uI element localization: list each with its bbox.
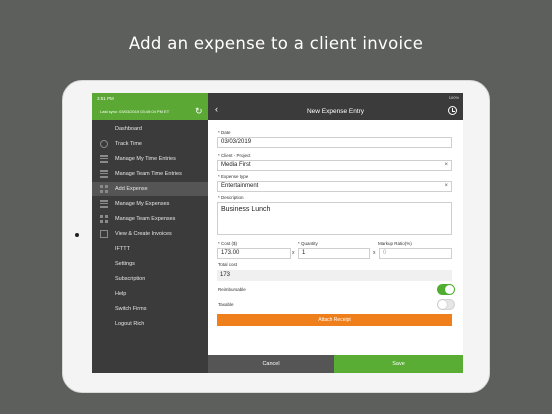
quantity-field[interactable]: 1 bbox=[298, 248, 370, 259]
sidebar-item-label: View & Create Invoices bbox=[115, 231, 172, 237]
sidebar: 3:51 PM Last sync: 03/03/2019 03:49:04 P… bbox=[92, 93, 208, 373]
total-cost-value: 173 bbox=[220, 272, 231, 278]
marketing-headline: Add an expense to a client invoice bbox=[128, 34, 424, 53]
sidebar-item-label: Manage Team Expenses bbox=[115, 216, 176, 222]
sidebar-item-help[interactable]: Help bbox=[92, 287, 208, 301]
taxable-toggle[interactable] bbox=[437, 299, 455, 310]
taxable-label: Taxable bbox=[218, 302, 234, 307]
sidebar-item-label: Logout Rich bbox=[115, 321, 145, 327]
action-bar: Cancel Save bbox=[208, 355, 463, 373]
description-field[interactable]: Business Lunch bbox=[217, 202, 452, 235]
last-sync-text: Last sync: 03/03/2019 03:49:04 PM ET bbox=[100, 109, 170, 114]
sidebar-item-manage-team-expenses[interactable]: Manage Team Expenses bbox=[92, 212, 208, 226]
client-value: Media First bbox=[221, 162, 251, 168]
total-cost-label: Total cost bbox=[218, 262, 238, 267]
battery-status: 100% bbox=[448, 95, 459, 100]
expense-form-panel: 100% ‹ New Expense Entry * Date 03/03/20… bbox=[208, 93, 463, 373]
sidebar-item-label: Manage My Time Entries bbox=[115, 156, 176, 162]
list-icon bbox=[100, 155, 108, 163]
history-icon[interactable] bbox=[448, 106, 457, 115]
multiply-sign: x bbox=[373, 250, 376, 256]
markup-field[interactable]: 0 bbox=[379, 248, 452, 259]
expense-type-value: Entertainment bbox=[221, 183, 259, 189]
sidebar-item-label: Manage Team Time Entries bbox=[115, 171, 182, 177]
sync-icon[interactable]: ↻ bbox=[195, 107, 203, 116]
sidebar-item-switch-firms[interactable]: Switch Firms bbox=[92, 302, 208, 316]
quantity-value: 1 bbox=[302, 250, 306, 256]
sidebar-item-label: Track Time bbox=[115, 141, 142, 147]
attach-receipt-button[interactable]: Attach Receipt bbox=[217, 314, 452, 326]
toggle-knob bbox=[445, 285, 454, 294]
toggle-knob bbox=[438, 300, 447, 309]
page-title: New Expense Entry bbox=[306, 108, 365, 115]
markup-placeholder: 0 bbox=[383, 250, 387, 256]
cost-field[interactable]: 173.00 bbox=[217, 248, 291, 259]
sidebar-item-label: Subscription bbox=[115, 276, 146, 282]
markup-label: Markup Ratio(%) bbox=[378, 241, 412, 246]
grid-icon bbox=[100, 215, 108, 223]
sidebar-item-dashboard[interactable]: Dashboard bbox=[92, 122, 208, 136]
client-project-field[interactable]: Media First × bbox=[217, 160, 452, 171]
expense-type-label: * Expense type bbox=[218, 174, 249, 179]
clock-icon bbox=[100, 140, 108, 148]
date-field[interactable]: 03/03/2019 bbox=[217, 137, 452, 148]
quantity-label: * Quantity bbox=[298, 241, 318, 246]
sidebar-item-label: Add Expense bbox=[115, 186, 148, 192]
sidebar-item-label: Switch Firms bbox=[115, 306, 147, 312]
date-label: * Date bbox=[218, 130, 231, 135]
sidebar-item-ifttt[interactable]: IFTTT bbox=[92, 242, 208, 256]
clear-icon[interactable]: × bbox=[444, 182, 448, 191]
invoice-icon bbox=[100, 230, 108, 238]
sidebar-item-settings[interactable]: Settings bbox=[92, 257, 208, 271]
status-time: 3:51 PM bbox=[97, 96, 114, 101]
clear-icon[interactable]: × bbox=[444, 161, 448, 170]
cost-value: 173.00 bbox=[221, 250, 240, 256]
total-cost-value-box: 173 bbox=[217, 270, 452, 281]
description-value: Business Lunch bbox=[221, 206, 271, 213]
sidebar-item-invoices[interactable]: View & Create Invoices bbox=[92, 227, 208, 241]
reimbursable-label: Reimbursable bbox=[218, 287, 246, 292]
reimbursable-toggle[interactable] bbox=[437, 284, 455, 295]
multiply-sign: x bbox=[292, 250, 295, 256]
sidebar-item-label: Help bbox=[115, 291, 127, 297]
date-value: 03/03/2019 bbox=[221, 139, 252, 145]
sidebar-item-manage-my-expenses[interactable]: Manage My Expenses bbox=[92, 197, 208, 211]
cost-label: * Cost ($) bbox=[218, 241, 238, 246]
sidebar-item-logout[interactable]: Logout Rich bbox=[92, 317, 208, 331]
list-icon bbox=[100, 170, 108, 178]
expense-type-field[interactable]: Entertainment × bbox=[217, 181, 452, 192]
list-icon bbox=[100, 200, 108, 208]
client-label: * Client - Project bbox=[218, 153, 251, 158]
sidebar-item-subscription[interactable]: Subscription bbox=[92, 272, 208, 286]
sidebar-item-label: IFTTT bbox=[115, 246, 130, 252]
sidebar-item-label: Settings bbox=[115, 261, 135, 267]
description-label: * Description bbox=[218, 195, 244, 200]
home-button bbox=[75, 233, 79, 237]
sidebar-item-track-time[interactable]: Track Time bbox=[92, 137, 208, 151]
sidebar-header: 3:51 PM Last sync: 03/03/2019 03:49:04 P… bbox=[92, 93, 208, 120]
sidebar-item-manage-my-time[interactable]: Manage My Time Entries bbox=[92, 152, 208, 166]
app-screen: 3:51 PM Last sync: 03/03/2019 03:49:04 P… bbox=[92, 93, 463, 373]
sidebar-item-label: Dashboard bbox=[115, 126, 142, 132]
cancel-button[interactable]: Cancel bbox=[208, 355, 334, 373]
sidebar-item-label: Manage My Expenses bbox=[115, 201, 170, 207]
save-button[interactable]: Save bbox=[334, 355, 463, 373]
nav-bar: 100% ‹ New Expense Entry bbox=[208, 93, 463, 120]
grid-icon bbox=[100, 185, 108, 193]
sidebar-item-manage-team-time[interactable]: Manage Team Time Entries bbox=[92, 167, 208, 181]
sidebar-item-add-expense[interactable]: Add Expense bbox=[92, 182, 208, 196]
